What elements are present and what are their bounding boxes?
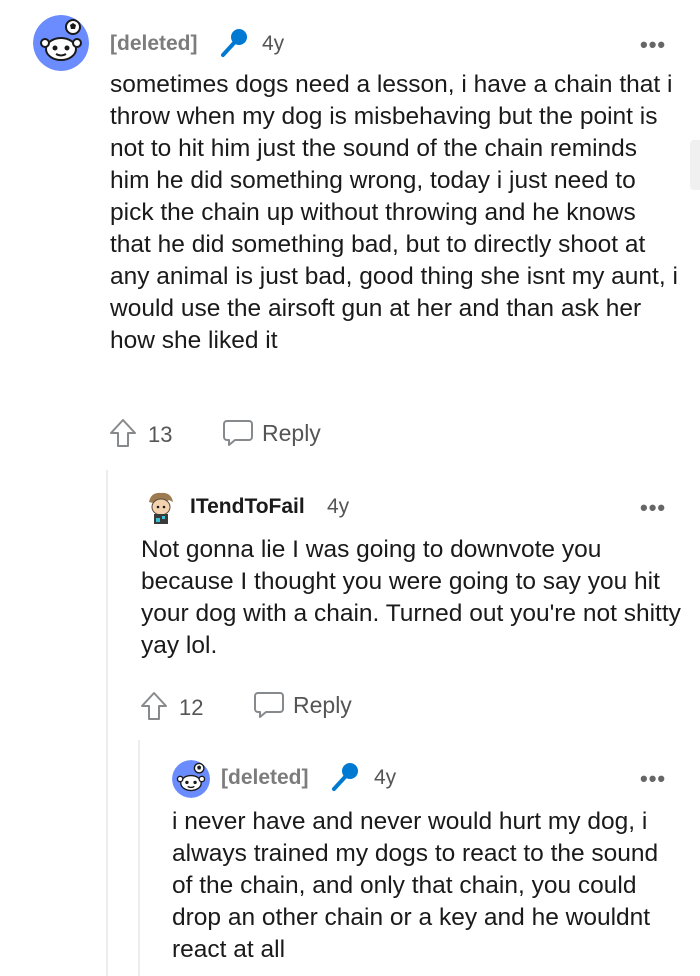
scroll-edge: [690, 140, 700, 190]
speech-bubble-icon[interactable]: [222, 418, 254, 448]
comment-body: Not gonna lie I was going to downvote yo…: [141, 536, 681, 659]
thread-line-level-2: [138, 740, 140, 976]
reply-button[interactable]: Reply: [262, 420, 321, 447]
speech-bubble-icon[interactable]: [253, 690, 285, 720]
snoo-avatar-icon: [172, 760, 210, 798]
microphone-icon: [330, 761, 360, 793]
vote-count: 12: [179, 695, 204, 720]
username[interactable]: ITendToFail: [190, 495, 305, 519]
more-options-button[interactable]: •••: [640, 766, 666, 792]
upvote-arrow-icon[interactable]: [139, 690, 169, 722]
comment-age: 4y: [262, 32, 285, 55]
more-options-button[interactable]: •••: [640, 495, 666, 521]
more-options-button[interactable]: •••: [640, 32, 666, 58]
thread-line-level-1: [106, 470, 108, 976]
microphone-icon: [219, 27, 249, 59]
reply-button[interactable]: Reply: [293, 692, 352, 719]
comment-body: i never have and never would hurt my dog…: [172, 808, 659, 963]
user-avatar-icon: [149, 492, 173, 524]
comment-age: 4y: [327, 495, 350, 518]
avatar[interactable]: [141, 488, 181, 528]
comment-age: 4y: [374, 766, 397, 789]
vote-count: 13: [148, 422, 173, 447]
snoo-avatar-icon: [33, 15, 89, 71]
avatar[interactable]: [33, 15, 89, 71]
upvote-arrow-icon[interactable]: [108, 417, 138, 449]
comment-body: sometimes dogs need a lesson, i have a c…: [110, 71, 678, 354]
username[interactable]: [deleted]: [221, 766, 309, 790]
username[interactable]: [deleted]: [110, 32, 198, 56]
avatar[interactable]: [172, 760, 210, 798]
